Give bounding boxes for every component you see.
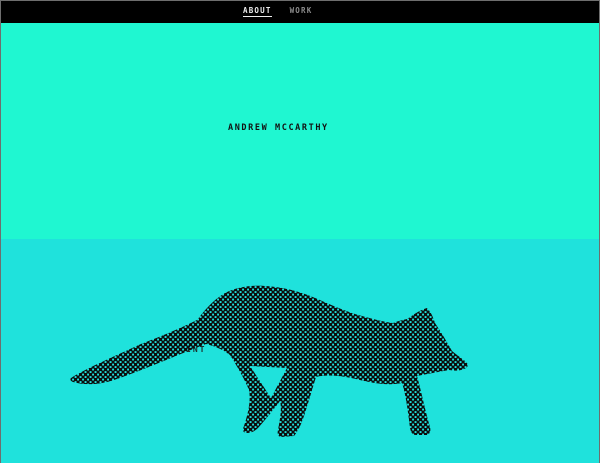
- running-cat-halftone-image: [59, 278, 471, 444]
- nav-links: ABOUT WORK: [243, 1, 312, 23]
- site-owner-name: ANDREW MCCARTHY: [228, 124, 329, 133]
- top-nav: ABOUT WORK: [1, 1, 600, 23]
- portfolio-page: ABOUT WORK ANDREW MCCARTHY INT: [0, 0, 600, 463]
- nav-link-about[interactable]: ABOUT: [243, 7, 272, 17]
- about-section: ANDREW MCCARTHY: [1, 23, 600, 239]
- nav-link-work[interactable]: WORK: [290, 7, 313, 17]
